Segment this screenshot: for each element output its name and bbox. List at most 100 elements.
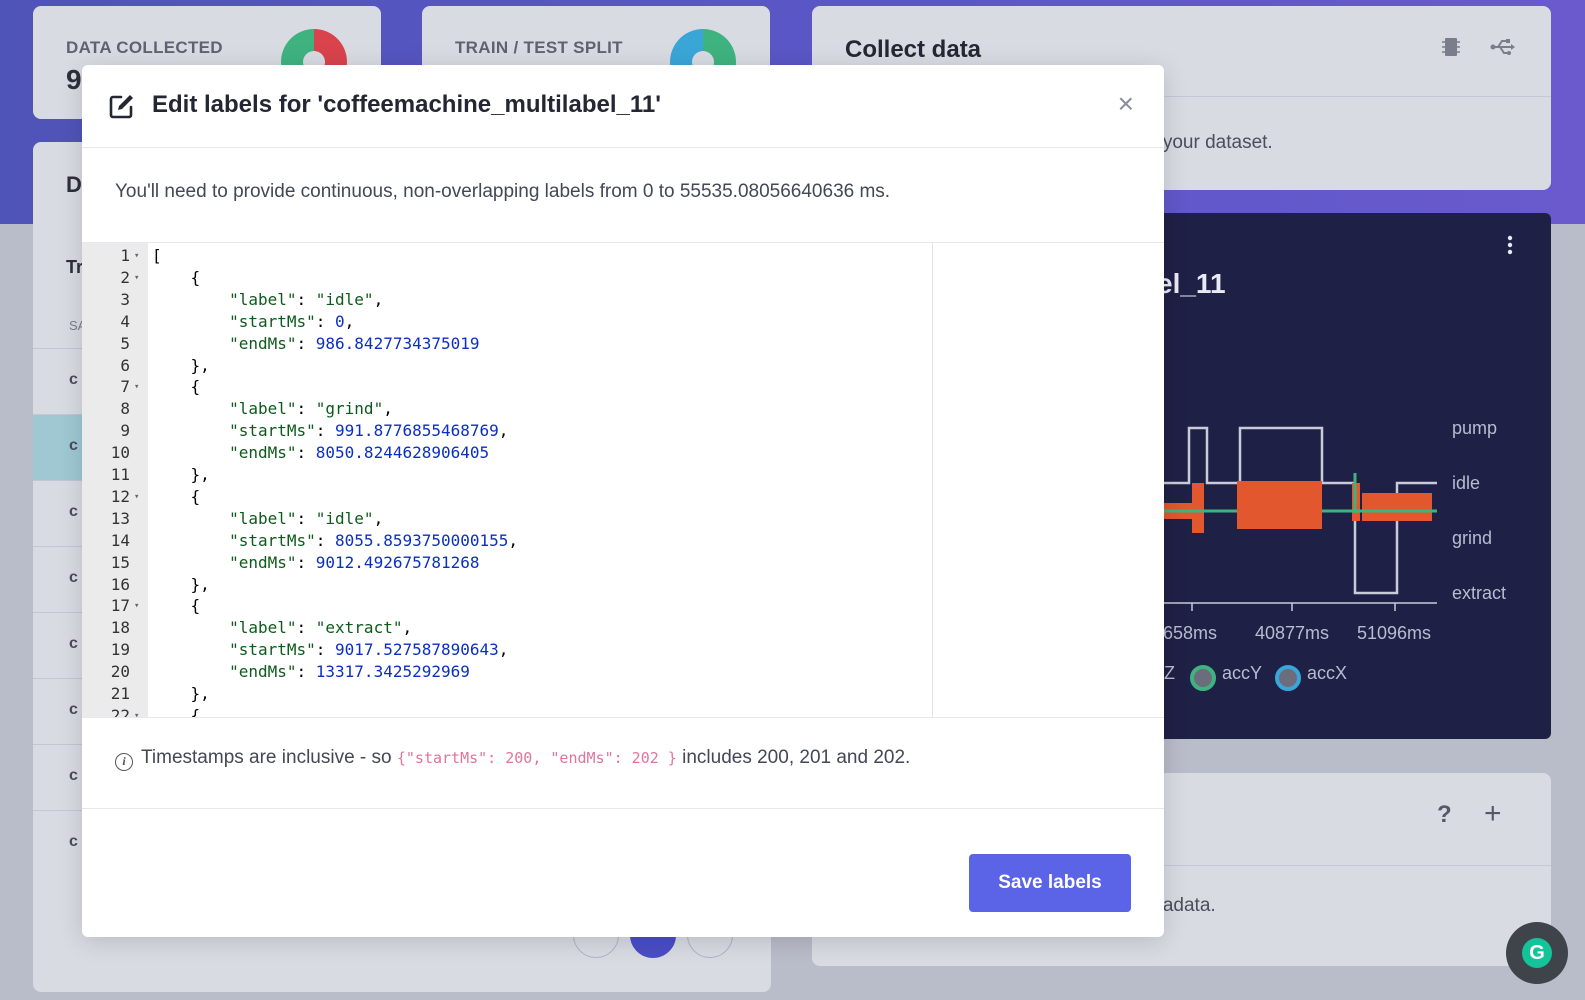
code-text[interactable]: },: [152, 355, 210, 377]
code-line[interactable]: 9 "startMs": 991.8776855468769,: [82, 420, 1164, 442]
legend-label: accX: [1307, 663, 1348, 683]
code-text[interactable]: [: [152, 245, 162, 267]
code-line[interactable]: 1 ▾ [: [82, 245, 1164, 267]
code-text[interactable]: "label": "grind",: [152, 398, 393, 420]
code-text[interactable]: },: [152, 574, 210, 596]
line-number: 18: [110, 618, 130, 638]
plus-icon[interactable]: +: [1484, 797, 1502, 831]
code-line[interactable]: 17 ▾ {: [82, 595, 1164, 617]
line-number: 6: [120, 355, 130, 375]
code-text[interactable]: },: [152, 683, 210, 705]
code-text[interactable]: "startMs": 8055.8593750000155,: [152, 530, 518, 552]
code-line[interactable]: 5 "endMs": 986.8427734375019: [82, 333, 1164, 355]
x-axis-label: 40877ms: [1255, 623, 1330, 643]
y-axis-label: grind: [1452, 528, 1493, 548]
timestamps-note: i Timestamps are inclusive - so {"startMs…: [115, 747, 910, 771]
code-text[interactable]: "startMs": 0,: [152, 311, 354, 333]
fold-toggle-icon[interactable]: ▾: [134, 705, 139, 717]
code-text[interactable]: },: [152, 464, 210, 486]
line-number: 5: [120, 333, 130, 353]
json-label-editor[interactable]: 1 ▾[2 ▾ {3 "label": "idle", 4 "startMs": 0,…: [82, 242, 1164, 718]
code-line[interactable]: 2 ▾ {: [82, 267, 1164, 289]
fold-toggle-icon[interactable]: ▾: [134, 267, 139, 289]
code-line[interactable]: 21 },: [82, 683, 1164, 705]
legend-swatch-accX[interactable]: [1275, 665, 1301, 691]
x-axis-label: 51096ms: [1357, 623, 1432, 643]
line-number: 16: [110, 574, 130, 594]
close-icon[interactable]: ×: [1118, 90, 1134, 118]
kebab-menu-icon[interactable]: [1507, 235, 1513, 261]
code-line[interactable]: 11 },: [82, 464, 1164, 486]
code-line[interactable]: 12 ▾ {: [82, 486, 1164, 508]
code-text[interactable]: "endMs": 9012.492675781268: [152, 552, 479, 574]
line-number: 19: [110, 640, 130, 660]
fold-toggle-icon[interactable]: ▾: [134, 595, 139, 617]
grammarly-icon[interactable]: G: [1506, 922, 1568, 984]
line-number: 1: [120, 246, 130, 265]
sample-title: el_11: [1157, 268, 1226, 299]
line-number: 22: [110, 705, 130, 718]
code-line[interactable]: 16 },: [82, 574, 1164, 596]
stat-label: TRAIN / TEST SPLIT: [455, 38, 623, 57]
sample-signal-plot: [1157, 426, 1437, 611]
line-number: 15: [110, 552, 130, 572]
note-prefix: Timestamps are inclusive - so: [141, 747, 392, 768]
help-icon[interactable]: ?: [1437, 801, 1452, 829]
dataset-heading: D: [66, 172, 82, 197]
line-number: 20: [110, 662, 130, 682]
code-text[interactable]: "startMs": 991.8776855468769,: [152, 420, 508, 442]
code-line[interactable]: 18 "label": "extract",: [82, 617, 1164, 639]
code-text[interactable]: "endMs": 986.8427734375019: [152, 333, 479, 355]
line-number: 2: [120, 267, 130, 287]
line-number: 3: [120, 289, 130, 309]
stat-value: 9: [66, 64, 82, 95]
code-text[interactable]: {: [152, 376, 201, 398]
code-text[interactable]: {: [152, 595, 201, 617]
fold-toggle-icon[interactable]: ▾: [134, 245, 139, 267]
code-text[interactable]: {: [152, 486, 201, 508]
code-text[interactable]: "label": "idle",: [152, 508, 383, 530]
collect-data-title: Collect data: [845, 36, 982, 63]
info-icon: i: [115, 753, 133, 771]
legend-label: accY: [1222, 663, 1263, 683]
line-number: 9: [120, 421, 130, 441]
modal-header: Edit labels for 'coffeemachine_multilabe…: [82, 65, 1164, 148]
y-axis-label: extract: [1452, 583, 1507, 603]
chip-icon[interactable]: [1440, 36, 1462, 64]
fold-toggle-icon[interactable]: ▾: [134, 376, 139, 398]
code-line[interactable]: 14 "startMs": 8055.8593750000155,: [82, 530, 1164, 552]
code-line[interactable]: 15 "endMs": 9012.492675781268: [82, 552, 1164, 574]
code-text[interactable]: {: [152, 267, 201, 289]
line-number: 11: [110, 465, 130, 484]
code-text[interactable]: "startMs": 9017.527587890643,: [152, 639, 508, 661]
code-line[interactable]: 19 "startMs": 9017.527587890643,: [82, 639, 1164, 661]
dataset-tab[interactable]: Tr: [66, 257, 83, 278]
code-line[interactable]: 13 "label": "idle",: [82, 508, 1164, 530]
code-line[interactable]: 6 },: [82, 355, 1164, 377]
legend-swatch-accY[interactable]: [1190, 665, 1216, 691]
note-suffix: includes 200, 201 and 202.: [682, 747, 911, 768]
y-axis-label: idle: [1452, 473, 1481, 493]
modal-title: Edit labels for 'coffeemachine_multilabe…: [152, 91, 661, 118]
code-text[interactable]: "endMs": 13317.3425292969: [152, 661, 470, 683]
code-line[interactable]: 3 "label": "idle",: [82, 289, 1164, 311]
modal-footer-divider: [82, 808, 1164, 809]
code-line[interactable]: 20 "endMs": 13317.3425292969: [82, 661, 1164, 683]
code-line[interactable]: 4 "startMs": 0,: [82, 311, 1164, 333]
code-text[interactable]: "label": "idle",: [152, 289, 383, 311]
line-number: 21: [110, 684, 130, 703]
code-line[interactable]: 10 "endMs": 8050.8244628906405: [82, 442, 1164, 464]
code-line[interactable]: 8 "label": "grind",: [82, 398, 1164, 420]
line-number: 10: [110, 443, 130, 463]
code-text[interactable]: "endMs": 8050.8244628906405: [152, 442, 489, 464]
save-labels-button[interactable]: Save labels: [969, 854, 1131, 912]
usb-icon[interactable]: [1490, 36, 1516, 64]
stat-label: DATA COLLECTED: [66, 38, 223, 57]
code-text[interactable]: {: [152, 705, 201, 717]
fold-toggle-icon[interactable]: ▾: [134, 486, 139, 508]
code-line[interactable]: 7 ▾ {: [82, 376, 1164, 398]
legend-label: Z: [1164, 663, 1175, 683]
code-text[interactable]: "label": "extract",: [152, 617, 412, 639]
line-number: 4: [120, 311, 130, 331]
code-line[interactable]: 22 ▾ {: [82, 705, 1164, 718]
